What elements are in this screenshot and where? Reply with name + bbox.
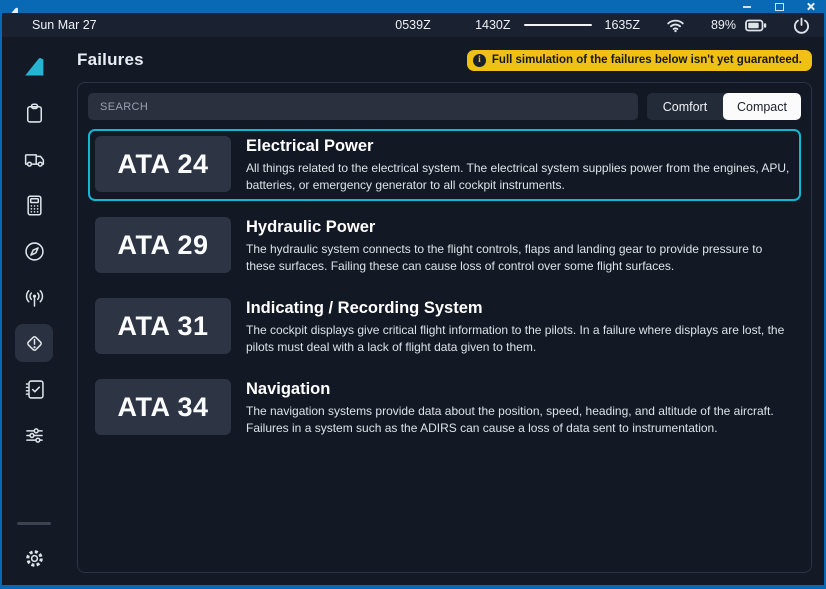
sidebar-item-atc[interactable] [15,278,53,316]
sidebar-item-checklists[interactable] [15,370,53,408]
failure-category-card[interactable]: ATA 34 Navigation The navigation systems… [88,372,801,444]
ata-chapter-badge: ATA 24 [95,136,231,192]
truck-icon [21,146,48,173]
failure-category-description: The hydraulic system connects to the fli… [246,241,794,275]
wifi-icon [666,18,685,33]
failure-category-description: The cockpit displays give critical fligh… [246,322,794,356]
failure-category-description: The navigation systems provide data abou… [246,403,794,437]
failure-category-card[interactable]: ATA 24 Electrical Power All things relat… [88,129,801,201]
view-mode-toggle: ComfortCompact [647,93,801,120]
sidebar-item-presets[interactable] [15,416,53,454]
window-maximize-button[interactable] [774,2,784,11]
status-utc-time: 0539Z [395,18,430,32]
sidebar-item-failures[interactable] [15,324,53,362]
status-date: Sun Mar 27 [32,18,97,32]
failure-category-title: Electrical Power [246,137,794,156]
failure-category-card[interactable]: ATA 29 Hydraulic Power The hydraulic sys… [88,210,801,282]
gear-icon [21,545,48,572]
app-icon [10,2,20,11]
clipboard-icon [21,100,48,127]
failures-list: ATA 24 Electrical Power All things relat… [88,129,801,444]
sidebar-item-performance[interactable] [15,186,53,224]
failure-diamond-icon [21,330,48,357]
status-bar: Sun Mar 27 0539Z 1430Z 1635Z 89% [2,13,824,37]
window-titlebar [2,0,824,13]
view-mode-compact-button[interactable]: Compact [723,93,801,120]
sidebar-item-settings[interactable] [15,539,53,577]
sidebar-item-dispatch[interactable] [15,94,53,132]
battery-percent: 89% [711,18,736,32]
page-title: Failures [77,50,144,70]
ata-chapter-badge: ATA 34 [95,379,231,435]
sidebar-item-ground[interactable] [15,140,53,178]
flight-progress-line [524,24,592,26]
failure-category-title: Hydraulic Power [246,218,794,237]
failure-category-title: Indicating / Recording System [246,299,794,318]
sidebar-item-navigation[interactable] [15,232,53,270]
sidebar-divider [17,522,51,525]
battery-icon [745,19,767,32]
warning-badge-text: Full simulation of the failures below is… [492,54,802,66]
logo-icon [21,54,48,81]
warning-badge: i Full simulation of the failures below … [467,50,812,71]
compass-icon [21,238,48,265]
sliders-icon [21,422,48,449]
flybywire-logo-icon[interactable] [15,48,53,86]
failure-category-description: All things related to the electrical sys… [246,160,794,194]
checklist-icon [21,376,48,403]
arrival-time: 1635Z [605,18,640,32]
failure-category-card[interactable]: ATA 31 Indicating / Recording System The… [88,291,801,363]
calculator-icon [21,192,48,219]
info-icon: i [473,54,486,67]
antenna-icon [21,284,48,311]
power-icon[interactable] [793,17,810,34]
ata-chapter-badge: ATA 29 [95,217,231,273]
failure-category-title: Navigation [246,380,794,399]
ata-chapter-badge: ATA 31 [95,298,231,354]
sidebar [2,37,66,585]
window-minimize-button[interactable] [742,2,752,11]
failures-panel: ComfortCompact ATA 24 Electrical Power A… [77,82,812,573]
window-close-button[interactable] [806,2,816,11]
search-input[interactable] [88,93,638,120]
view-mode-comfort-button[interactable]: Comfort [647,93,723,120]
departure-time: 1430Z [475,18,510,32]
